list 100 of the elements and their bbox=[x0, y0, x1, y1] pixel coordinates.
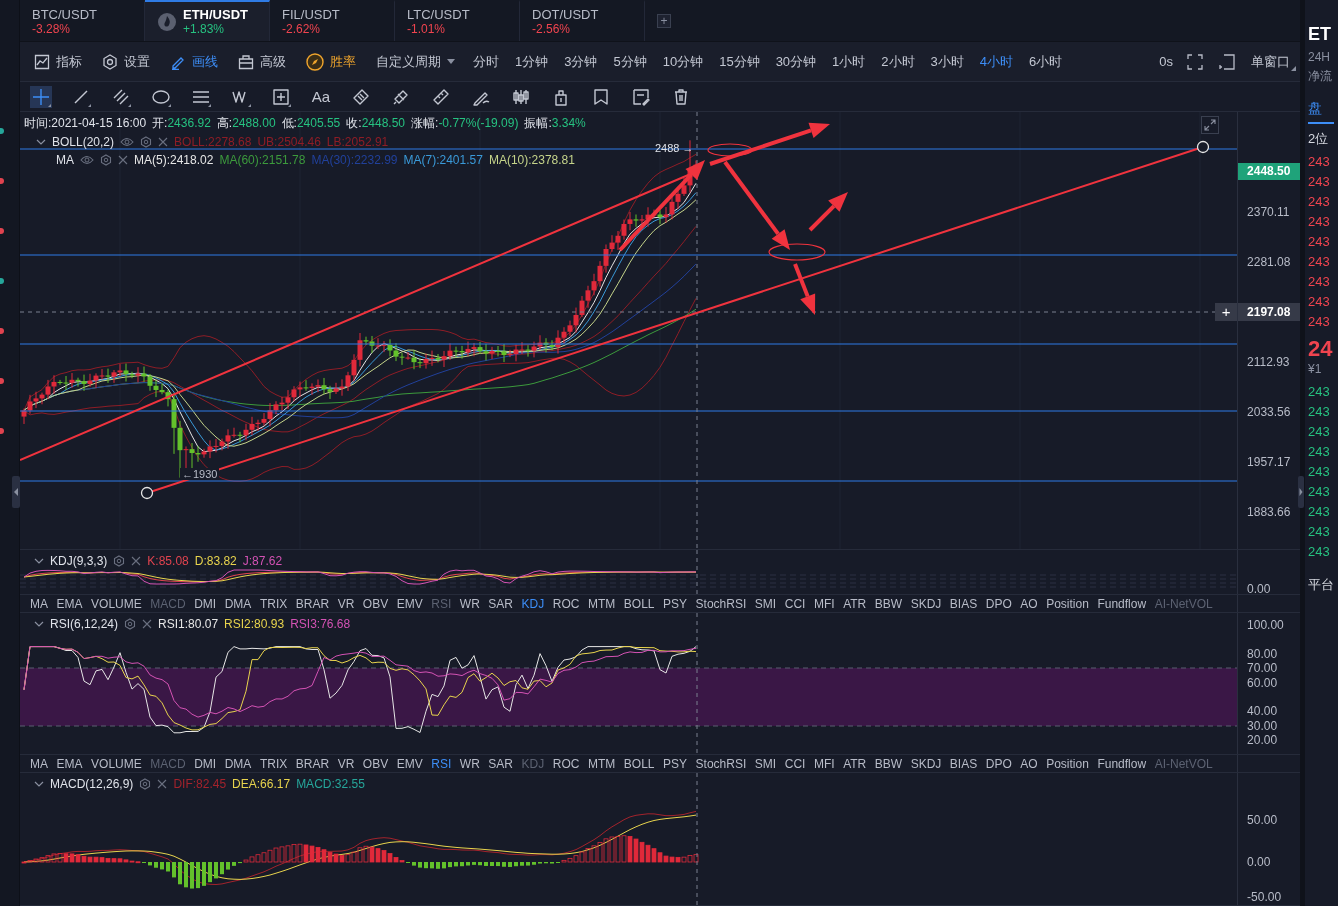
indicator-value: MA(60):2151.78 bbox=[219, 152, 306, 167]
crosshair-price-label: 2197.08 bbox=[1238, 303, 1300, 321]
indicator-tab[interactable]: SAR bbox=[488, 596, 514, 611]
toolbar-button[interactable]: 设置 bbox=[102, 52, 150, 71]
indicator-tab[interactable]: WR bbox=[459, 596, 480, 611]
indicator-tab[interactable]: SAR bbox=[488, 756, 514, 771]
price-change: -1.01% bbox=[407, 21, 447, 36]
toolbar-button[interactable]: 胜率 bbox=[306, 52, 356, 71]
indicator-tab[interactable]: BOLL bbox=[623, 596, 655, 611]
indicator-tab[interactable]: MFI bbox=[813, 596, 835, 611]
indicator-tab[interactable]: EMA bbox=[56, 756, 83, 771]
toolbar-button[interactable]: 画线 bbox=[170, 52, 218, 71]
period-tab[interactable]: 10分钟 bbox=[662, 52, 704, 71]
indicator-tab[interactable]: MA bbox=[30, 756, 48, 771]
custom-period-dropdown[interactable]: 自定义周期 bbox=[376, 52, 455, 71]
indicator-tab[interactable]: SMI bbox=[754, 756, 777, 771]
indicator-tab[interactable]: DMI bbox=[194, 596, 217, 611]
period-tab[interactable]: 分时 bbox=[473, 52, 499, 71]
toolbar-button[interactable]: 指标 bbox=[34, 52, 82, 71]
indicator-tab[interactable]: SKDJ bbox=[910, 596, 942, 611]
indicator-tab[interactable]: AO bbox=[1020, 756, 1038, 771]
indicator-tab[interactable]: DMI bbox=[194, 756, 217, 771]
period-tab[interactable]: 1分钟 bbox=[515, 52, 549, 71]
ask-price: 243 bbox=[1308, 273, 1331, 291]
indicator-tab[interactable]: TRIX bbox=[259, 756, 288, 771]
indicator-tab[interactable]: EMV bbox=[396, 596, 423, 611]
indicator-tab[interactable]: SMI bbox=[754, 596, 777, 611]
indicator-tab[interactable]: Fundflow bbox=[1097, 596, 1147, 611]
indicator-tab[interactable]: OBV bbox=[362, 756, 389, 771]
indicator-tab[interactable]: ATR bbox=[843, 596, 867, 611]
indicator-tab[interactable]: PSY bbox=[663, 596, 688, 611]
period-tab[interactable]: 3分钟 bbox=[564, 52, 598, 71]
pair-tab[interactable]: ETH/USDT +1.83% bbox=[145, 0, 270, 41]
indicator-tab[interactable]: EMV bbox=[396, 756, 423, 771]
indicator-tab[interactable]: StochRSI bbox=[695, 596, 747, 611]
indicator-tab[interactable]: DMA bbox=[224, 756, 252, 771]
indicator-tab[interactable]: MA bbox=[30, 596, 48, 611]
indicator-tab[interactable]: ROC bbox=[552, 596, 580, 611]
indicator-tab[interactable]: BIAS bbox=[949, 596, 978, 611]
indicator-tab[interactable]: BIAS bbox=[949, 756, 978, 771]
indicator-tab[interactable]: Position bbox=[1046, 596, 1089, 611]
orderbook-tab[interactable]: 盘 bbox=[1308, 100, 1334, 124]
indicator-tab[interactable]: VOLUME bbox=[91, 596, 142, 611]
indicator-tab[interactable]: MTM bbox=[588, 596, 616, 611]
toolbar-button[interactable]: 高级 bbox=[238, 52, 286, 71]
indicator-tab[interactable]: CCI bbox=[784, 756, 806, 771]
indicator-tab[interactable]: PSY bbox=[663, 756, 688, 771]
bid-price: 243 bbox=[1308, 543, 1331, 561]
indicator-tab[interactable]: VR bbox=[337, 596, 355, 611]
period-tab[interactable]: 4小时 bbox=[979, 52, 1014, 71]
indicator-value: MA(10):2378.81 bbox=[488, 152, 575, 167]
indicator-tab[interactable]: WR bbox=[459, 756, 480, 771]
indicator-tab[interactable]: BRAR bbox=[295, 596, 330, 611]
period-tab[interactable]: 1小时 bbox=[832, 52, 866, 71]
indicator-tab[interactable]: Position bbox=[1046, 756, 1089, 771]
indicator-tab[interactable]: RSI bbox=[431, 756, 452, 771]
drawing-tool-button[interactable]: Aa bbox=[310, 85, 332, 108]
add-tab-button[interactable]: + bbox=[657, 13, 671, 28]
indicator-tab[interactable]: BBW bbox=[874, 596, 903, 611]
period-tab[interactable]: 3小时 bbox=[930, 52, 964, 71]
indicator-tab[interactable]: BOLL bbox=[623, 756, 655, 771]
indicator-tab[interactable]: AO bbox=[1020, 596, 1038, 611]
countdown: 0s bbox=[1159, 54, 1173, 69]
indicator-tab[interactable]: StochRSI bbox=[695, 756, 747, 771]
indicator-value: J:87.62 bbox=[242, 553, 283, 568]
indicator-value: DEA:66.17 bbox=[232, 776, 291, 791]
precision-selector[interactable]: 2位 bbox=[1308, 130, 1338, 152]
period-tab[interactable]: 2小时 bbox=[881, 52, 915, 71]
period-tab[interactable]: 6小时 bbox=[1029, 52, 1063, 71]
indicator-tab[interactable]: TRIX bbox=[259, 596, 288, 611]
pair-tab[interactable]: LTC/USDT -1.01% bbox=[395, 0, 520, 41]
indicator-tab[interactable]: DPO bbox=[985, 756, 1012, 771]
indicator-tab[interactable]: DMA bbox=[224, 596, 252, 611]
window-mode-button[interactable]: 单窗口 bbox=[1251, 52, 1296, 71]
ask-price: 243 bbox=[1308, 293, 1331, 311]
indicator-tab[interactable]: CCI bbox=[784, 596, 806, 611]
axis-tick-label: -50.00 bbox=[1247, 890, 1282, 904]
indicator-tab[interactable]: MTM bbox=[588, 756, 616, 771]
indicator-tab[interactable]: VR bbox=[337, 756, 355, 771]
indicator-tab[interactable]: OBV bbox=[362, 596, 389, 611]
indicator-tab[interactable]: DPO bbox=[985, 596, 1012, 611]
indicator-tab[interactable]: VOLUME bbox=[91, 756, 142, 771]
indicator-tab[interactable]: KDJ bbox=[521, 596, 545, 611]
indicator-tab[interactable]: BBW bbox=[874, 756, 903, 771]
crosshair-add-button[interactable]: + bbox=[1215, 303, 1238, 321]
period-tab[interactable]: 30分钟 bbox=[775, 52, 817, 71]
last-price: 24 bbox=[1308, 336, 1334, 362]
indicator-tab[interactable]: ATR bbox=[843, 756, 867, 771]
pair-tab[interactable]: DOT/USDT -2.56% bbox=[520, 0, 645, 41]
indicator-tab[interactable]: BRAR bbox=[295, 756, 330, 771]
period-tab[interactable]: 15分钟 bbox=[719, 52, 760, 71]
ask-price: 243 bbox=[1308, 253, 1331, 271]
period-tab[interactable]: 5分钟 bbox=[613, 52, 647, 71]
indicator-tab[interactable]: SKDJ bbox=[910, 756, 942, 771]
indicator-tab[interactable]: EMA bbox=[56, 596, 83, 611]
indicator-tab[interactable]: Fundflow bbox=[1097, 756, 1147, 771]
indicator-tab[interactable]: ROC bbox=[552, 756, 580, 771]
indicator-tab[interactable]: MFI bbox=[813, 756, 835, 771]
pair-tab[interactable]: FIL/USDT -2.62% bbox=[270, 0, 395, 41]
pair-name: ETH/USDT bbox=[183, 7, 248, 22]
